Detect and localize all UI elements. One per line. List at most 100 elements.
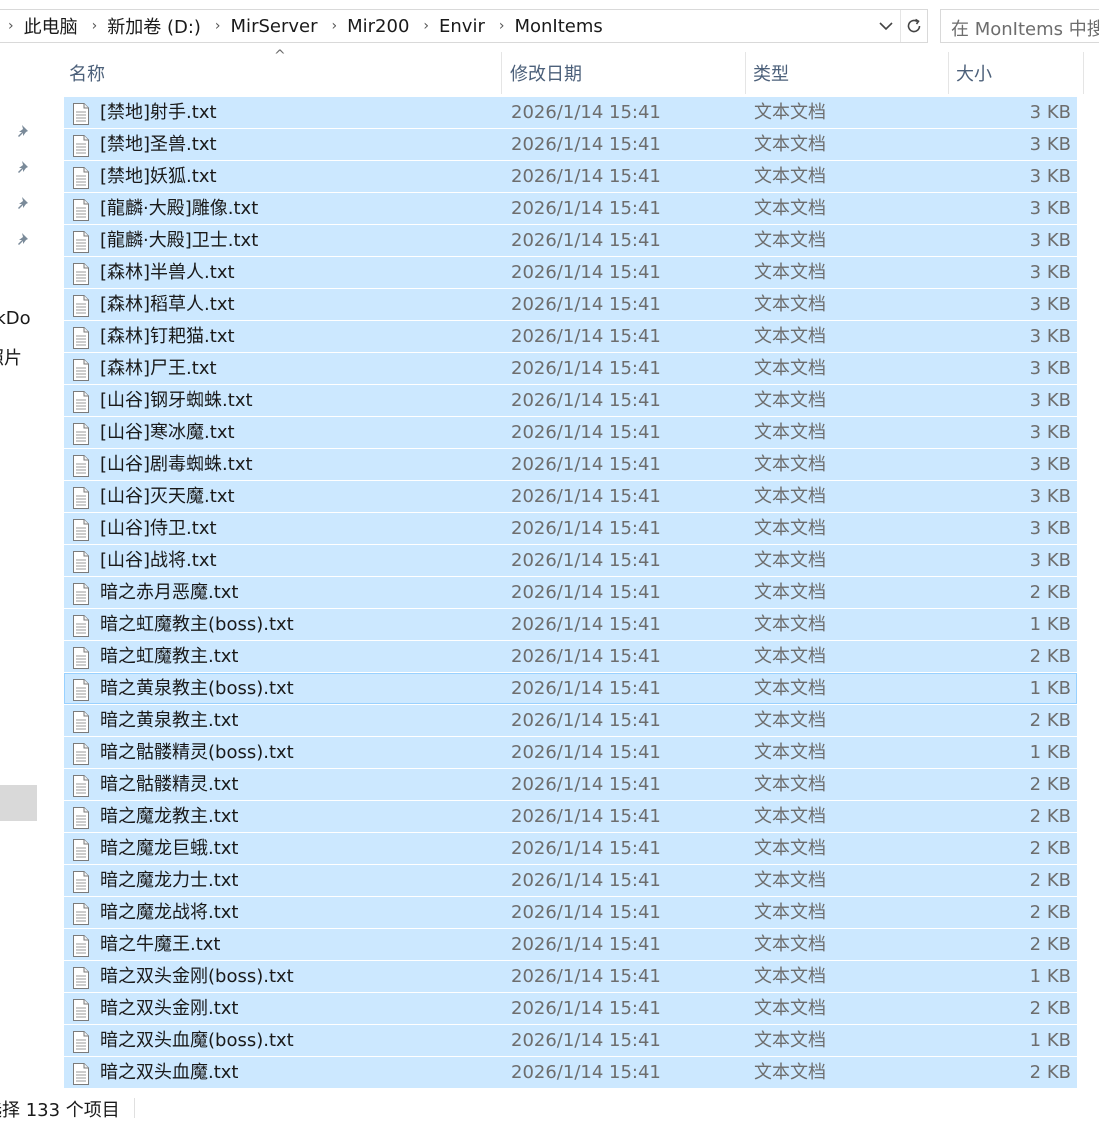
file-date: 2026/1/14 15:41 (511, 582, 661, 603)
column-header-name[interactable]: 名称 (62, 52, 502, 94)
file-name: 暗之虹魔教主.txt (100, 646, 239, 667)
chevron-right-icon[interactable]: › (423, 18, 429, 34)
file-row[interactable]: 暗之双头血魔(boss).txt 2026/1/14 15:41 文本文档 1 KB (64, 1025, 1077, 1056)
file-type: 文本文档 (754, 934, 826, 955)
breadcrumb-item[interactable]: › Envir (409, 16, 484, 37)
file-row[interactable]: 暗之牛魔王.txt 2026/1/14 15:41 文本文档 2 KB (64, 929, 1077, 960)
chevron-right-icon[interactable]: › (499, 18, 505, 34)
text-file-icon (72, 615, 90, 637)
breadcrumb-item[interactable]: › Mir200 (318, 16, 410, 37)
breadcrumb: › 此电脑 › 新加卷 (D:) › MirServer › Mir200 › Envir › Mon… (0, 13, 603, 39)
breadcrumb-item[interactable]: › 新加卷 (D:) (78, 13, 201, 39)
file-row[interactable]: [山谷]寒冰魔.txt 2026/1/14 15:41 文本文档 3 KB (64, 417, 1077, 448)
file-name: 暗之骷髅精灵.txt (100, 774, 239, 795)
address-bar[interactable]: › 此电脑 › 新加卷 (D:) › MirServer › Mir200 › Envir › Mon… (0, 9, 928, 43)
file-row[interactable]: 暗之魔龙战将.txt 2026/1/14 15:41 文本文档 2 KB (64, 897, 1077, 928)
file-row[interactable]: 暗之虹魔教主.txt 2026/1/14 15:41 文本文档 2 KB (64, 641, 1077, 672)
column-header-size[interactable]: 大小 (949, 52, 1084, 94)
file-size: 3 KB (1029, 134, 1071, 155)
file-type: 文本文档 (754, 230, 826, 251)
file-row[interactable]: [森林]钉耙猫.txt 2026/1/14 15:41 文本文档 3 KB (64, 321, 1077, 352)
file-row[interactable]: 暗之双头血魔.txt 2026/1/14 15:41 文本文档 2 KB (64, 1057, 1077, 1088)
file-name: [禁地]妖狐.txt (100, 166, 217, 187)
chevron-right-icon[interactable]: › (215, 18, 221, 34)
file-date: 2026/1/14 15:41 (511, 294, 661, 315)
file-row[interactable]: [森林]稻草人.txt 2026/1/14 15:41 文本文档 3 KB (64, 289, 1077, 320)
file-date: 2026/1/14 15:41 (511, 230, 661, 251)
file-row[interactable]: [山谷]剧毒蜘蛛.txt 2026/1/14 15:41 文本文档 3 KB (64, 449, 1077, 480)
file-row[interactable]: 暗之魔龙力士.txt 2026/1/14 15:41 文本文档 2 KB (64, 865, 1077, 896)
breadcrumb-item[interactable]: › 此电脑 (0, 13, 78, 39)
breadcrumb-label: Mir200 (347, 15, 410, 37)
chevron-right-icon[interactable]: › (332, 18, 338, 34)
breadcrumb-item[interactable]: › MirServer (201, 16, 318, 37)
file-size: 2 KB (1029, 870, 1071, 891)
file-date: 2026/1/14 15:41 (511, 166, 661, 187)
refresh-icon (907, 18, 921, 33)
pin-icon[interactable] (15, 195, 33, 213)
file-row[interactable]: 暗之魔龙巨蛾.txt 2026/1/14 15:41 文本文档 2 KB (64, 833, 1077, 864)
file-size: 3 KB (1029, 454, 1071, 475)
file-row[interactable]: [山谷]侍卫.txt 2026/1/14 15:41 文本文档 3 KB (64, 513, 1077, 544)
file-size: 2 KB (1029, 1062, 1071, 1083)
file-row[interactable]: [森林]半兽人.txt 2026/1/14 15:41 文本文档 3 KB (64, 257, 1077, 288)
file-row[interactable]: [禁地]妖狐.txt 2026/1/14 15:41 文本文档 3 KB (64, 161, 1077, 192)
file-size: 2 KB (1029, 902, 1071, 923)
file-row[interactable]: 暗之魔龙教主.txt 2026/1/14 15:41 文本文档 2 KB (64, 801, 1077, 832)
breadcrumb-label: 新加卷 (D:) (107, 17, 201, 38)
nav-item-label[interactable]: skDo (0, 308, 31, 329)
file-date: 2026/1/14 15:41 (511, 198, 661, 219)
nav-item-selected[interactable] (0, 785, 37, 821)
text-file-icon (72, 423, 90, 445)
chevron-right-icon[interactable]: › (92, 18, 98, 34)
file-row[interactable]: [山谷]战将.txt 2026/1/14 15:41 文本文档 3 KB (64, 545, 1077, 576)
file-type: 文本文档 (754, 1030, 826, 1051)
file-size: 3 KB (1029, 422, 1071, 443)
file-row[interactable]: [禁地]圣兽.txt 2026/1/14 15:41 文本文档 3 KB (64, 129, 1077, 160)
file-row[interactable]: [禁地]射手.txt 2026/1/14 15:41 文本文档 3 KB (64, 97, 1077, 128)
pin-icon[interactable] (15, 231, 33, 249)
file-row[interactable]: [森林]尸王.txt 2026/1/14 15:41 文本文档 3 KB (64, 353, 1077, 384)
file-row[interactable]: [山谷]灭天魔.txt 2026/1/14 15:41 文本文档 3 KB (64, 481, 1077, 512)
file-row[interactable]: 暗之骷髅精灵.txt 2026/1/14 15:41 文本文档 2 KB (64, 769, 1077, 800)
chevron-right-icon[interactable]: › (8, 18, 14, 34)
file-name: [森林]稻草人.txt (100, 294, 235, 315)
file-row[interactable]: [龍麟·大殿]雕像.txt 2026/1/14 15:41 文本文档 3 KB (64, 193, 1077, 224)
column-header-date[interactable]: 修改日期 (503, 52, 746, 94)
file-type: 文本文档 (754, 102, 826, 123)
navigation-pane: skDo 照片 (0, 44, 40, 1094)
nav-item-label[interactable]: 照片 (0, 344, 22, 370)
column-header-type[interactable]: 类型 (746, 52, 949, 94)
file-type: 文本文档 (754, 262, 826, 283)
file-row[interactable]: [山谷]钢牙蜘蛛.txt 2026/1/14 15:41 文本文档 3 KB (64, 385, 1077, 416)
text-file-icon (72, 807, 90, 829)
pin-icon[interactable] (15, 159, 33, 177)
file-row[interactable]: 暗之黄泉教主.txt 2026/1/14 15:41 文本文档 2 KB (64, 705, 1077, 736)
text-file-icon (72, 839, 90, 861)
file-type: 文本文档 (754, 1062, 826, 1083)
file-row[interactable]: 暗之虹魔教主(boss).txt 2026/1/14 15:41 文本文档 1 KB (64, 609, 1077, 640)
file-date: 2026/1/14 15:41 (511, 742, 661, 763)
file-type: 文本文档 (754, 902, 826, 923)
breadcrumb-item[interactable]: › MonItems (485, 16, 603, 37)
file-size: 3 KB (1029, 486, 1071, 507)
file-date: 2026/1/14 15:41 (511, 550, 661, 571)
file-type: 文本文档 (754, 710, 826, 731)
text-file-icon (72, 487, 90, 509)
pin-icon[interactable] (15, 123, 33, 141)
text-file-icon (72, 231, 90, 253)
file-name: [禁地]圣兽.txt (100, 134, 217, 155)
search-input[interactable]: 在 MonItems 中搜索 (940, 9, 1099, 43)
refresh-button[interactable] (900, 10, 927, 42)
file-row[interactable]: 暗之黄泉教主(boss).txt 2026/1/14 15:41 文本文档 1 KB (64, 673, 1077, 704)
file-row[interactable]: 暗之双头金刚(boss).txt 2026/1/14 15:41 文本文档 1 KB (64, 961, 1077, 992)
text-file-icon (72, 775, 90, 797)
file-row[interactable]: 暗之骷髅精灵(boss).txt 2026/1/14 15:41 文本文档 1 KB (64, 737, 1077, 768)
file-row[interactable]: 暗之双头金刚.txt 2026/1/14 15:41 文本文档 2 KB (64, 993, 1077, 1024)
file-row[interactable]: [龍麟·大殿]卫士.txt 2026/1/14 15:41 文本文档 3 KB (64, 225, 1077, 256)
address-history-dropdown[interactable] (872, 21, 900, 31)
file-type: 文本文档 (754, 582, 826, 603)
text-file-icon (72, 647, 90, 669)
file-name: 暗之黄泉教主.txt (100, 710, 239, 731)
file-row[interactable]: 暗之赤月恶魔.txt 2026/1/14 15:41 文本文档 2 KB (64, 577, 1077, 608)
